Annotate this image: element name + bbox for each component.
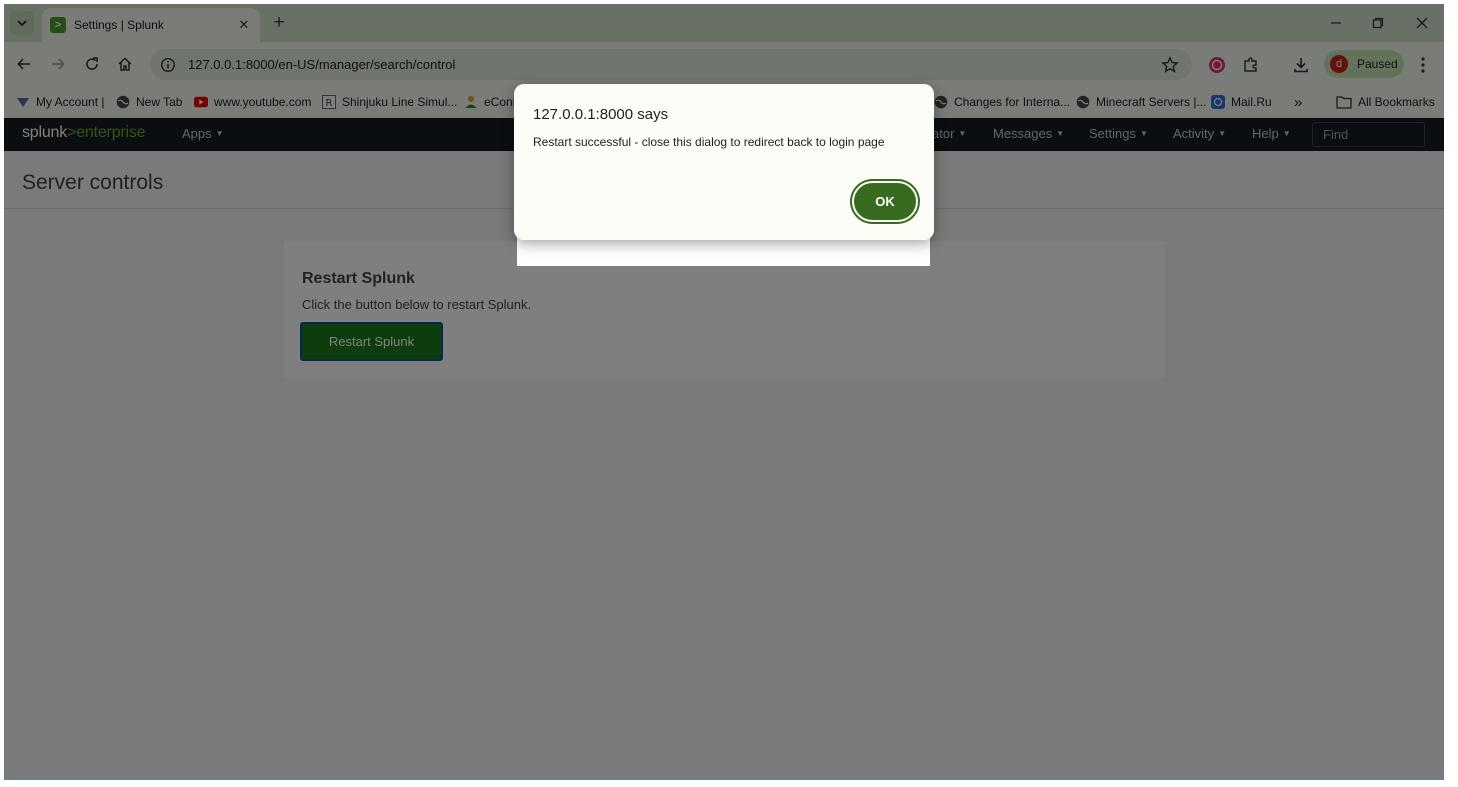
scrollbar[interactable]: [4, 777, 1444, 780]
dialog-message: Restart successful - close this dialog t…: [533, 135, 885, 149]
alert-dialog: 127.0.0.1:8000 says Restart successful -…: [514, 84, 934, 240]
browser-window: > Settings | Splunk ✕ +: [4, 4, 1444, 780]
dialog-title: 127.0.0.1:8000 says: [533, 106, 669, 123]
ok-button[interactable]: OK: [852, 181, 918, 222]
